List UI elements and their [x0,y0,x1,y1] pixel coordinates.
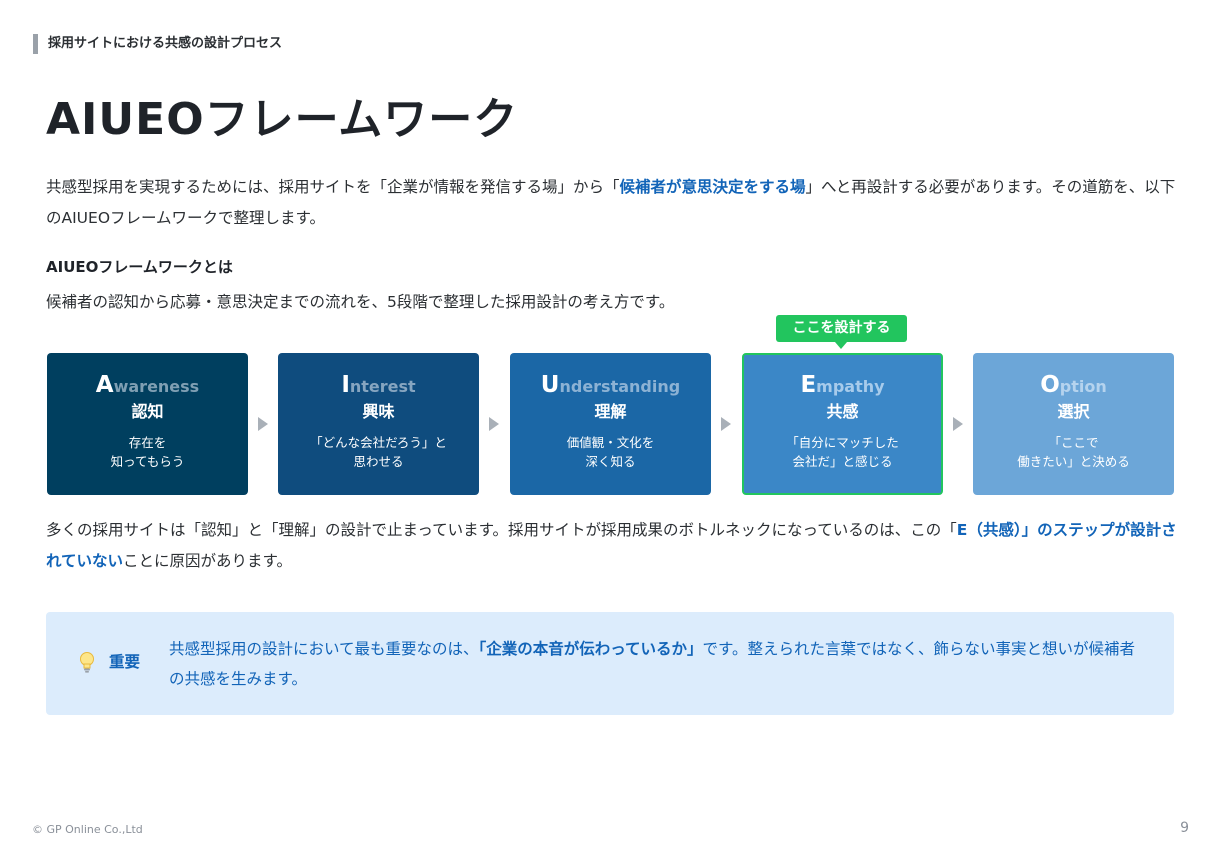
step-english: Interest [278,371,479,399]
important-highlight: 「企業の本音が伝わっているか」 [478,640,703,658]
step-english: Understanding [510,371,711,399]
step-description: 存在を 知ってもらう [110,435,185,469]
definition-heading: AIUEOフレームワークとは [46,258,233,276]
step-initial: A [95,372,114,398]
step-english-rest: wareness [113,377,200,396]
step-description: 「どんな会社だろう」と 思わせる [310,435,447,469]
page-number: 9 [1180,820,1189,836]
step-english: Option [973,371,1174,399]
step-initial: O [1040,372,1060,398]
triangle-right-icon [258,417,268,431]
step-card-interest: Interest 興味 「どんな会社だろう」と 思わせる [278,353,479,495]
section-label: 採用サイトにおける共感の設計プロセス [33,34,282,54]
important-label: 重要 [109,653,141,671]
step-description: 「自分にマッチした 会社だ」と感じる [786,435,899,469]
copyright: © GP Online Co.,Ltd [32,823,143,836]
intro-text-1: 共感型採用を実現するためには、採用サイトを「企業が情報を発信する場」から「 [46,178,620,196]
intro-paragraph: 共感型採用を実現するためには、採用サイトを「企業が情報を発信する場」から「候補者… [46,172,1176,234]
intro-highlight: 候補者が意思決定をする場 [619,178,806,196]
step-initial: I [341,372,350,398]
important-text: 共感型採用の設計において最も重要なのは、「企業の本音が伝わっているか」です。整え… [169,634,1144,694]
step-english-rest: ption [1059,377,1107,396]
step-card-option: Option 選択 「ここで 働きたい」と決める [973,353,1174,495]
definition-text: 候補者の認知から応募・意思決定までの流れを、5段階で整理した採用設計の考え方です… [46,293,675,311]
step-card-awareness: Awareness 認知 存在を 知ってもらう [47,353,248,495]
step-description: 「ここで 働きたい」と決める [1017,435,1130,469]
step-japanese: 選択 [1057,402,1090,421]
step-card-understanding: Understanding 理解 価値観・文化を 深く知る [510,353,711,495]
step-english-rest: nderstanding [559,377,681,396]
step-english: Awareness [47,371,248,399]
triangle-right-icon [489,417,499,431]
step-initial: E [800,372,817,398]
important-callout-box: 重要 共感型採用の設計において最も重要なのは、「企業の本音が伝わっているか」です… [46,612,1174,715]
step-card-empathy: Empathy 共感 「自分にマッチした 会社だ」と感じる [742,353,943,495]
summary-text-1: 多くの採用サイトは「認知」と「理解」の設計で止まっています。採用サイトが採用成果… [46,521,957,539]
summary-paragraph: 多くの採用サイトは「認知」と「理解」の設計で止まっています。採用サイトが採用成果… [46,515,1178,577]
design-here-callout: ここを設計する [776,315,907,349]
step-english: Empathy [744,371,941,399]
summary-text-2: ことに原因があります。 [123,552,292,570]
important-text-1: 共感型採用の設計において最も重要なのは、 [169,640,479,658]
step-english-rest: mpathy [816,377,885,396]
step-initial: U [540,372,560,398]
page-title: AIUEOフレームワーク [46,94,519,145]
step-japanese: 共感 [826,402,859,421]
step-english-rest: nterest [349,377,416,396]
step-japanese: 興味 [362,402,395,421]
triangle-right-icon [721,417,731,431]
step-description: 価値観・文化を 深く知る [566,435,655,469]
step-japanese: 認知 [131,402,164,421]
step-japanese: 理解 [594,402,627,421]
lightbulb-icon [79,652,95,678]
triangle-right-icon [953,417,963,431]
